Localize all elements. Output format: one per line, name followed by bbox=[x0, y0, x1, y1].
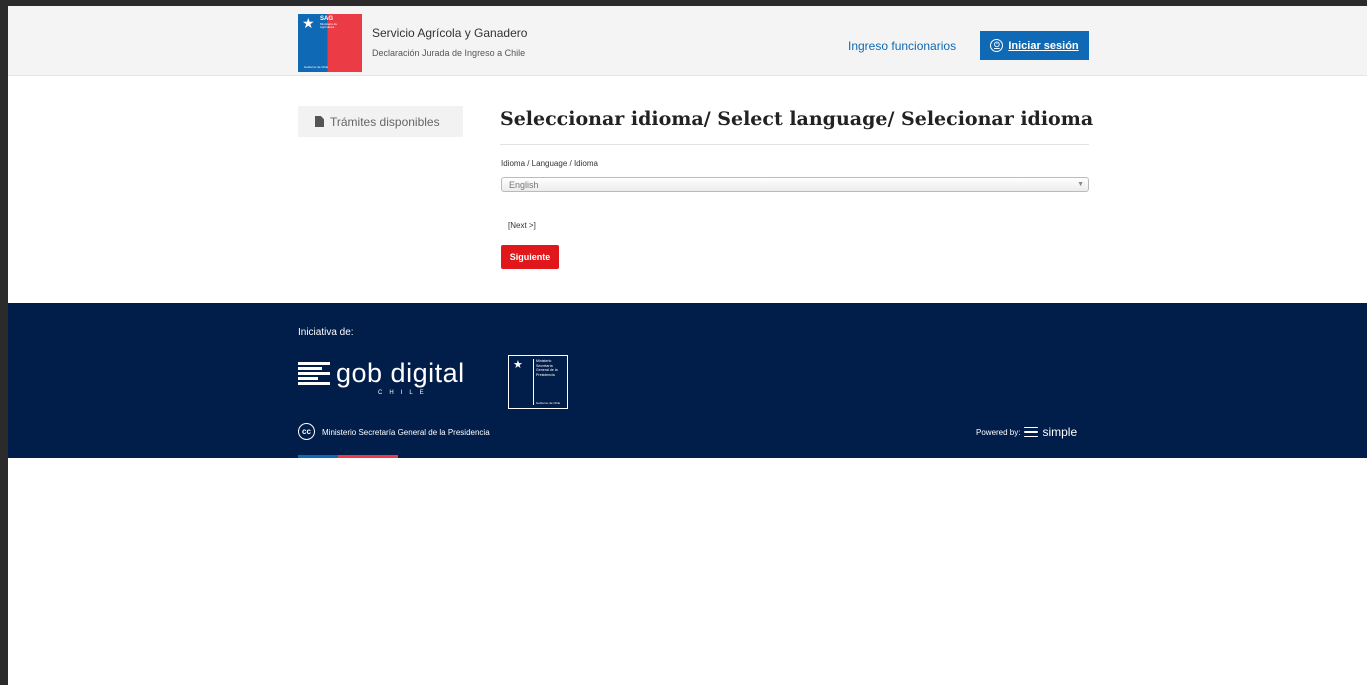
site-title: Servicio Agrícola y Ganadero bbox=[372, 26, 528, 40]
seal-text: Ministerio Secretaría General de la Pres… bbox=[536, 359, 566, 377]
browser-viewport: ★ SAG Ministerio de Agricultura Gobierno… bbox=[8, 6, 1367, 685]
site-footer: Iniciativa de: gob digital CHILE ★ Minis… bbox=[8, 303, 1367, 458]
ministry-name: Ministerio Secretaría General de la Pres… bbox=[322, 428, 490, 437]
language-field-label: Idioma / Language / Idioma bbox=[501, 159, 598, 168]
top-header: ★ SAG Ministerio de Agricultura Gobierno… bbox=[8, 6, 1367, 76]
seal-government: Gobierno de Chile bbox=[536, 401, 561, 405]
logo-subtitle: Ministerio de Agricultura bbox=[320, 22, 338, 29]
sidebar-item-label: Trámites disponibles bbox=[330, 114, 440, 129]
gob-digital-country: CHILE bbox=[378, 390, 431, 396]
gob-digital-lines-icon bbox=[298, 362, 330, 385]
login-button-label: Iniciar sesión bbox=[1008, 39, 1079, 52]
creative-commons-icon: cc bbox=[298, 423, 315, 440]
siguiente-button[interactable]: Siguiente bbox=[501, 245, 559, 269]
language-select[interactable]: English ▼ bbox=[501, 177, 1089, 192]
sidebar-item-available-procedures[interactable]: Trámites disponibles bbox=[298, 106, 463, 137]
star-icon: ★ bbox=[513, 359, 523, 371]
sag-logo[interactable]: ★ SAG Ministerio de Agricultura Gobierno… bbox=[298, 14, 362, 72]
initiative-label: Iniciativa de: bbox=[298, 327, 354, 338]
dropdown-arrow-icon: ▼ bbox=[1077, 181, 1084, 188]
flag-color-bar bbox=[298, 455, 398, 458]
powered-by-brand: simple bbox=[1042, 425, 1078, 439]
powered-by-label: Powered by: bbox=[976, 427, 1021, 437]
logo-government: Gobierno de Chile bbox=[304, 65, 329, 69]
seal-line: Presidencia bbox=[536, 372, 555, 377]
title-divider bbox=[500, 144, 1089, 145]
staff-login-link[interactable]: Ingreso funcionarios bbox=[848, 39, 956, 53]
ministry-seal-logo[interactable]: ★ Ministerio Secretaría General de la Pr… bbox=[508, 355, 568, 409]
next-link-text: [Next >] bbox=[508, 221, 536, 230]
power-icon: ⏻ bbox=[990, 39, 1004, 52]
language-select-value: English bbox=[509, 179, 539, 190]
seal-divider bbox=[533, 359, 534, 405]
site-subtitle: Declaración Jurada de Ingreso a Chile bbox=[372, 48, 526, 58]
powered-by[interactable]: Powered by: simple bbox=[976, 425, 1077, 439]
page-title: Seleccionar idioma/ Select language/ Sel… bbox=[500, 108, 1094, 130]
gob-digital-logo[interactable]: gob digital bbox=[336, 358, 465, 389]
simple-logo-icon bbox=[1024, 426, 1039, 438]
login-button[interactable]: ⏻ Iniciar sesión bbox=[980, 31, 1089, 60]
star-icon: ★ bbox=[302, 15, 315, 31]
document-icon bbox=[315, 116, 324, 127]
